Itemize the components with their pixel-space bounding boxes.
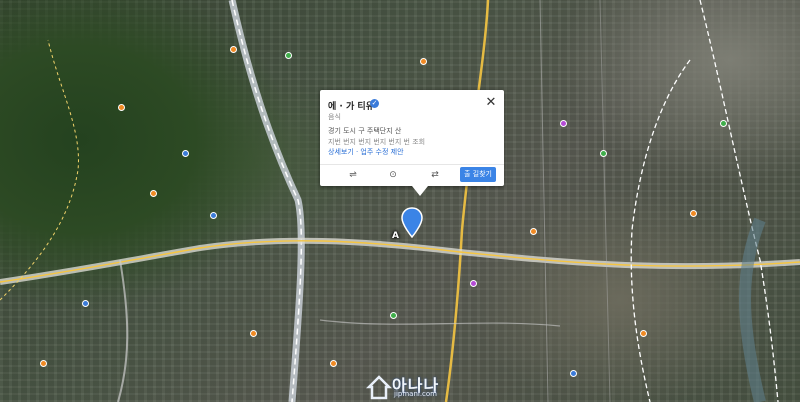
poi-park-icon[interactable] (390, 312, 397, 319)
poi-food-icon[interactable] (40, 360, 47, 367)
poi-park-icon[interactable] (600, 150, 607, 157)
poi-food-icon[interactable] (230, 46, 237, 53)
place-name[interactable]: 에 · 가 티유 (328, 99, 374, 112)
poi-food-icon[interactable] (150, 190, 157, 197)
poi-public-icon[interactable] (82, 300, 89, 307)
poi-food-icon[interactable] (118, 104, 125, 111)
route-button[interactable]: 출 길찾기 (460, 167, 496, 182)
poi-food-icon[interactable] (690, 210, 697, 217)
location-pin-icon[interactable] (401, 207, 423, 239)
poi-food-icon[interactable] (330, 360, 337, 367)
place-info-popup[interactable]: 에 · 가 티유 ✓ ✕ 음식 경기 도시 구 주택단지 산 지번 번지 번지 … (320, 90, 504, 196)
house-logo-icon (366, 375, 392, 400)
roadview-icon[interactable]: ⊙ (386, 169, 400, 181)
poi-park-icon[interactable] (285, 52, 292, 59)
satellite-map[interactable]: A 에 · 가 티유 ✓ ✕ 음식 경기 도시 구 주택단지 산 지번 번지 번… (0, 0, 800, 402)
popup-actions: ⇌ ⊙ ⇄ 출 길찾기 (320, 164, 504, 185)
detail-link[interactable]: 상세보기 · 업주 수정 제안 (328, 147, 404, 157)
poi-shop-icon[interactable] (560, 120, 567, 127)
poi-shop-icon[interactable] (470, 280, 477, 287)
place-jibun: 지번 번지 번지 번지 번지 번 조회 (328, 138, 426, 146)
poi-public-icon[interactable] (210, 212, 217, 219)
watermark-sub: jipmani.com (394, 390, 437, 398)
share-icon[interactable]: ⇌ (346, 169, 360, 181)
place-category: 음식 (328, 113, 341, 121)
poi-food-icon[interactable] (250, 330, 257, 337)
poi-public-icon[interactable] (182, 150, 189, 157)
poi-food-icon[interactable] (420, 58, 427, 65)
poi-food-icon[interactable] (530, 228, 537, 235)
poi-public-icon[interactable] (570, 370, 577, 377)
poi-park-icon[interactable] (720, 120, 727, 127)
verified-check-icon: ✓ (370, 99, 379, 108)
poi-food-icon[interactable] (640, 330, 647, 337)
close-icon[interactable]: ✕ (484, 96, 498, 110)
favorite-icon[interactable]: ⇄ (428, 169, 442, 181)
place-address: 경기 도시 구 주택단지 산 (328, 127, 402, 135)
watermark-logo: 아나나 jipmani.com (364, 372, 472, 402)
marker-label: A (392, 231, 399, 241)
road-network (0, 0, 800, 402)
